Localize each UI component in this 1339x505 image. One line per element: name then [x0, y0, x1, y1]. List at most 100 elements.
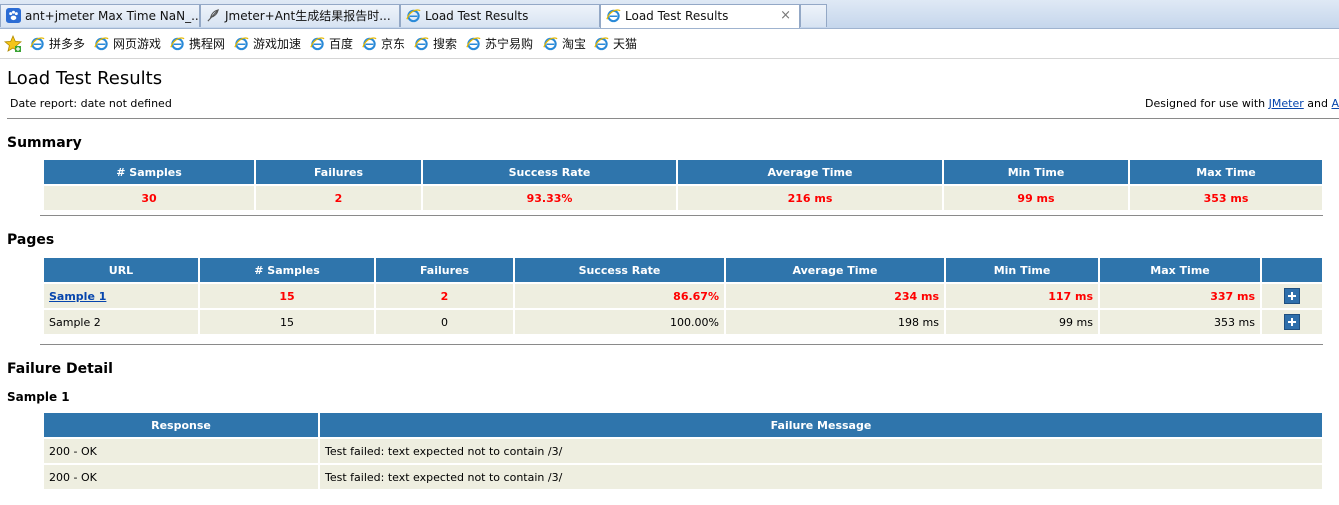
failure-detail-title: Failure Detail — [7, 361, 113, 377]
designed-for-note: Designed for use with JMeter and A — [1145, 97, 1339, 110]
divider — [40, 215, 1323, 216]
column-header: Response — [44, 413, 318, 437]
summary-row: 30 2 93.33% 216 ms 99 ms 353 ms — [44, 186, 1322, 210]
browser-tab-load-test-1[interactable]: Load Test Results — [400, 4, 600, 27]
favorite-label: 拼多多 — [49, 37, 86, 51]
new-tab-button[interactable] — [800, 4, 827, 27]
feather-icon — [207, 9, 219, 22]
close-icon[interactable]: × — [780, 5, 791, 27]
favorite-link[interactable]: 携程网 — [170, 35, 225, 53]
favorite-label: 天猫 — [613, 37, 638, 51]
summary-header-row: # Samples Failures Success Rate Average … — [44, 160, 1322, 184]
date-report: Date report: date not defined — [10, 97, 172, 110]
summary-min-time: 99 ms — [944, 186, 1128, 210]
favorite-link[interactable]: 搜索 — [414, 35, 457, 53]
favorite-label: 游戏加速 — [253, 37, 302, 51]
success-rate-cell: 100.00% — [515, 310, 724, 334]
favorite-link[interactable]: 网页游戏 — [94, 35, 161, 53]
summary-samples: 30 — [44, 186, 254, 210]
ie-icon — [414, 37, 429, 51]
summary-title: Summary — [7, 135, 82, 151]
failure-message-cell: Test failed: text expected not to contai… — [320, 439, 1322, 463]
column-header: URL — [44, 258, 198, 282]
ie-icon — [594, 37, 609, 51]
ie-icon — [30, 37, 45, 51]
ie-icon — [406, 9, 421, 23]
sample-1-link[interactable]: Sample 1 — [49, 290, 106, 303]
favorite-label: 百度 — [329, 37, 354, 51]
average-time-cell: 198 ms — [726, 310, 944, 334]
table-row: Sample 1 15 2 86.67% 234 ms 117 ms 337 m… — [44, 284, 1322, 308]
url-cell: Sample 2 — [44, 310, 198, 334]
browser-tab-label: Load Test Results — [625, 9, 729, 23]
favorites-bar: 拼多多 网页游戏 携程网 游戏加速 百度 京东 搜索 苏宁易购 淘宝 天猫 — [0, 29, 1339, 59]
failure-sample-title: Sample 1 — [7, 390, 70, 404]
summary-table: # Samples Failures Success Rate Average … — [42, 158, 1324, 212]
browser-tab-ant-jmeter[interactable]: ant+jmeter Max Time NaN_... — [0, 4, 200, 27]
expand-plus-icon[interactable] — [1284, 288, 1300, 304]
favorite-label: 搜索 — [433, 37, 458, 51]
samples-cell: 15 — [200, 284, 374, 308]
favorites-star-icon[interactable] — [4, 35, 22, 53]
browser-tab-label: Load Test Results — [425, 9, 529, 23]
designed-and: and — [1307, 97, 1328, 110]
summary-failures: 2 — [256, 186, 421, 210]
max-time-cell: 337 ms — [1100, 284, 1260, 308]
ie-icon — [170, 37, 185, 51]
ie-icon — [606, 9, 621, 23]
summary-max-time: 353 ms — [1130, 186, 1322, 210]
report-page: Load Test Results Date report: date not … — [0, 59, 1339, 505]
favorite-label: 网页游戏 — [113, 37, 162, 51]
average-time-cell: 234 ms — [726, 284, 944, 308]
table-row: Sample 2 15 0 100.00% 198 ms 99 ms 353 m… — [44, 310, 1322, 334]
column-header: Success Rate — [423, 160, 676, 184]
summary-average-time: 216 ms — [678, 186, 942, 210]
jmeter-link[interactable]: JMeter — [1269, 97, 1304, 110]
expand-cell — [1262, 310, 1322, 334]
designed-prefix: Designed for use with — [1145, 97, 1266, 110]
ie-icon — [466, 37, 481, 51]
ie-icon — [310, 37, 325, 51]
pages-title: Pages — [7, 232, 55, 248]
column-header: Failure Message — [320, 413, 1322, 437]
pages-table: URL # Samples Failures Success Rate Aver… — [42, 256, 1324, 336]
expand-plus-icon[interactable] — [1284, 314, 1300, 330]
favorite-link[interactable]: 游戏加速 — [234, 35, 301, 53]
max-time-cell: 353 ms — [1100, 310, 1260, 334]
summary-success-rate: 93.33% — [423, 186, 676, 210]
favorite-link[interactable]: 百度 — [310, 35, 353, 53]
ie-icon — [362, 37, 377, 51]
column-header: Success Rate — [515, 258, 724, 282]
browser-tab-label: Jmeter+Ant生成结果报告时... — [225, 9, 391, 23]
divider — [40, 344, 1323, 345]
ie-icon — [234, 37, 249, 51]
favorite-link[interactable]: 天猫 — [594, 35, 637, 53]
column-header-expand — [1262, 258, 1322, 282]
browser-tab-load-test-active[interactable]: Load Test Results × — [600, 4, 800, 28]
column-header: Average Time — [726, 258, 944, 282]
ant-link[interactable]: A — [1331, 97, 1339, 110]
favorite-label: 携程网 — [189, 37, 226, 51]
min-time-cell: 117 ms — [946, 284, 1098, 308]
column-header: Min Time — [944, 160, 1128, 184]
failure-detail-table: Response Failure Message 200 - OK Test f… — [42, 411, 1324, 491]
ie-icon — [94, 37, 109, 51]
favorite-link[interactable]: 淘宝 — [543, 35, 586, 53]
success-rate-cell: 86.67% — [515, 284, 724, 308]
browser-tab-jmeter-ant[interactable]: Jmeter+Ant生成结果报告时... — [200, 4, 400, 27]
favorite-link[interactable]: 京东 — [362, 35, 405, 53]
samples-cell: 15 — [200, 310, 374, 334]
response-cell: 200 - OK — [44, 465, 318, 489]
favorite-link[interactable]: 苏宁易购 — [466, 35, 533, 53]
favorite-label: 淘宝 — [562, 37, 587, 51]
response-cell: 200 - OK — [44, 439, 318, 463]
favorite-link[interactable]: 拼多多 — [30, 35, 85, 53]
failure-header-row: Response Failure Message — [44, 413, 1322, 437]
column-header: Max Time — [1100, 258, 1260, 282]
divider — [7, 118, 1339, 119]
favorite-label: 京东 — [381, 37, 406, 51]
column-header: Min Time — [946, 258, 1098, 282]
column-header: Max Time — [1130, 160, 1322, 184]
table-row: 200 - OK Test failed: text expected not … — [44, 439, 1322, 463]
column-header: # Samples — [44, 160, 254, 184]
